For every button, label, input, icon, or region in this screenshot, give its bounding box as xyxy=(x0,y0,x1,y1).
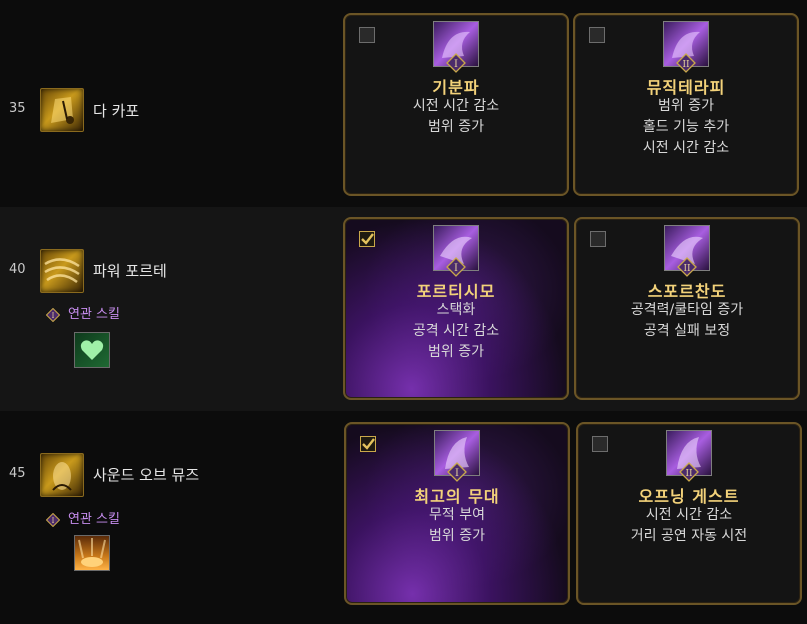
card-title: 뮤직테라피 xyxy=(646,78,726,97)
skill-info: 35 다 카포 xyxy=(0,0,340,207)
card-desc-line: 스택화 xyxy=(436,302,476,318)
card-title: 오프닝 게스트 xyxy=(638,487,740,506)
card-title: 스포르찬도 xyxy=(647,282,727,301)
card-description: 범위 증가 홀드 기능 추가 시전 시간 감소 xyxy=(575,96,797,159)
skill-name: 사운드 오브 뮤즈 xyxy=(93,466,200,484)
svg-text:I: I xyxy=(52,312,55,320)
card-description: 시전 시간 감소 거리 공연 자동 시전 xyxy=(578,505,800,547)
tier-two-badge-icon: II xyxy=(677,257,697,277)
selected-checkbox[interactable] xyxy=(359,231,375,247)
card-desc-line: 범위 증가 xyxy=(428,344,484,360)
card-title: 포르티시모 xyxy=(416,282,496,301)
related-tier-badge-icon: I xyxy=(46,512,60,527)
heart-skill-icon[interactable] xyxy=(74,332,110,368)
tier-two-badge-icon: II xyxy=(676,53,696,73)
skill-level: 40 xyxy=(9,262,26,277)
skill-info: 40 파워 포르테 I 연관 스킬 xyxy=(0,207,340,411)
skill-info: 45 사운드 오브 뮤즈 I 연관 스킬 xyxy=(0,411,340,624)
card-desc-line: 시전 시간 감소 xyxy=(412,98,500,114)
tier-two-badge-icon: II xyxy=(679,462,699,482)
related-skill-label: I 연관 스킬 xyxy=(46,508,120,527)
card-desc-line: 시전 시간 감소 xyxy=(642,140,730,156)
power-forte-skill-icon[interactable] xyxy=(40,249,84,293)
card-desc-line: 범위 증가 xyxy=(429,528,485,544)
svg-text:I: I xyxy=(454,59,458,70)
related-skill-text: 연관 스킬 xyxy=(68,307,120,322)
tripod-card-music-therapy[interactable]: II 뮤직테라피 범위 증가 홀드 기능 추가 시전 시간 감소 xyxy=(573,13,799,196)
related-skill-label: I 연관 스킬 xyxy=(46,303,120,322)
svg-text:II: II xyxy=(683,264,691,274)
card-desc-line: 범위 증가 xyxy=(658,98,714,114)
select-checkbox[interactable] xyxy=(359,27,375,43)
select-checkbox[interactable] xyxy=(589,27,605,43)
sound-of-muse-skill-icon[interactable] xyxy=(40,453,84,497)
card-desc-line: 시전 시간 감소 xyxy=(645,507,733,523)
tier-one-badge-icon: I xyxy=(447,462,467,482)
check-icon xyxy=(361,233,374,245)
selected-checkbox[interactable] xyxy=(360,436,376,452)
stage-skill-icon[interactable] xyxy=(74,535,110,571)
card-desc-line: 홀드 기능 추가 xyxy=(642,119,730,135)
svg-text:II: II xyxy=(685,469,693,479)
tripod-card-opening-guest[interactable]: II 오프닝 게스트 시전 시간 감소 거리 공연 자동 시전 xyxy=(576,422,802,605)
select-checkbox[interactable] xyxy=(592,436,608,452)
tripod-card-gibunpa[interactable]: I 기분파 시전 시간 감소 범위 증가 xyxy=(343,13,569,196)
card-description: 스택화 공격 시간 감소 범위 증가 xyxy=(345,300,567,363)
svg-text:I: I xyxy=(454,263,458,274)
tier-one-badge-icon: I xyxy=(446,257,466,277)
related-skill-text: 연관 스킬 xyxy=(68,512,120,527)
card-desc-line: 거리 공연 자동 시전 xyxy=(630,528,748,544)
card-desc-line: 공격 시간 감소 xyxy=(412,323,500,339)
card-title: 기분파 xyxy=(432,78,480,97)
card-title: 최고의 무대 xyxy=(414,487,500,506)
card-description: 시전 시간 감소 범위 증가 xyxy=(345,96,567,138)
skill-level: 35 xyxy=(9,101,26,116)
da-capo-skill-icon[interactable] xyxy=(40,88,84,132)
check-icon xyxy=(362,438,375,450)
card-desc-line: 무적 부여 xyxy=(429,507,485,523)
svg-text:I: I xyxy=(455,468,459,479)
tier-one-badge-icon: I xyxy=(446,53,466,73)
svg-text:II: II xyxy=(682,60,690,70)
tripod-card-best-stage[interactable]: I 최고의 무대 무적 부여 범위 증가 xyxy=(344,422,570,605)
tripod-card-fortissimo[interactable]: I 포르티시모 스택화 공격 시간 감소 범위 증가 xyxy=(343,217,569,400)
related-tier-badge-icon: I xyxy=(46,307,60,322)
card-desc-line: 범위 증가 xyxy=(428,119,484,135)
skill-level: 45 xyxy=(9,466,26,481)
tripod-row-35: 35 다 카포 I 기분파 시전 시간 감소 범위 증가 II 뮤직테라피 범위… xyxy=(0,0,807,207)
tripod-card-sforzando[interactable]: II 스포르찬도 공격력/쿨타임 증가 공격 실패 보정 xyxy=(574,217,800,400)
skill-name: 다 카포 xyxy=(93,102,140,120)
card-desc-line: 공격력/쿨타임 증가 xyxy=(630,302,744,318)
tripod-row-40: 40 파워 포르테 I 연관 스킬 I 포르티시모 스택화 공격 시간 감소 범위… xyxy=(0,207,807,411)
card-desc-line: 공격 실패 보정 xyxy=(643,323,731,339)
card-description: 공격력/쿨타임 증가 공격 실패 보정 xyxy=(576,300,798,342)
skill-name: 파워 포르테 xyxy=(93,262,167,280)
select-checkbox[interactable] xyxy=(590,231,606,247)
card-description: 무적 부여 범위 증가 xyxy=(346,505,568,547)
tripod-row-45: 45 사운드 오브 뮤즈 I 연관 스킬 I 최고의 무대 무적 부여 범위 증가… xyxy=(0,411,807,624)
svg-text:I: I xyxy=(52,517,55,525)
